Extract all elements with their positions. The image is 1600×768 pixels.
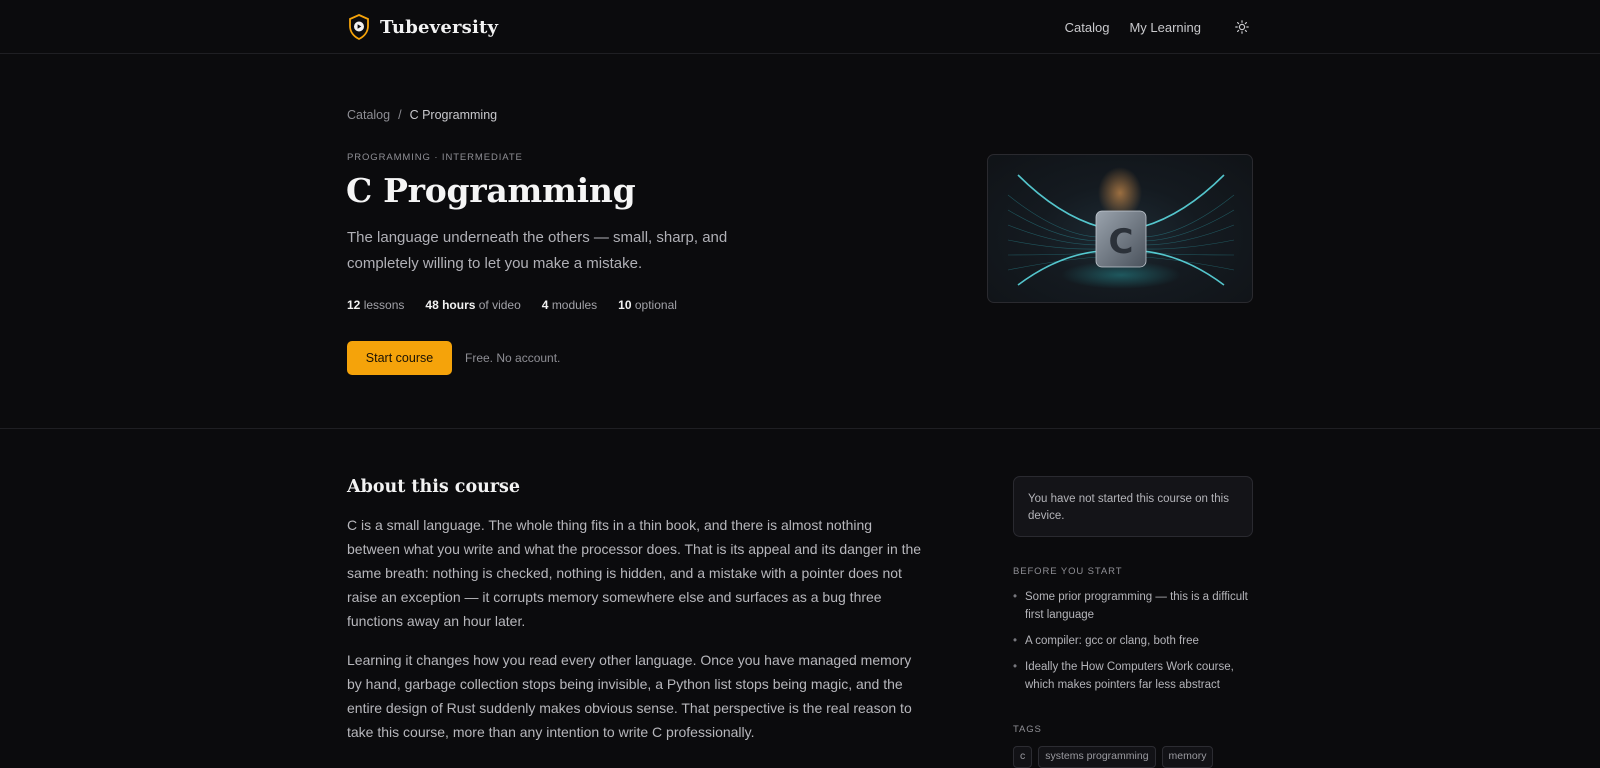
cta-note: Free. No account. — [465, 351, 561, 365]
brand-logo-link[interactable]: Tubeversity — [348, 12, 498, 42]
stat-modules: 4 modules — [541, 298, 598, 312]
breadcrumb-catalog-link[interactable]: Catalog — [347, 108, 390, 122]
tag-c[interactable]: c — [1013, 746, 1033, 768]
breadcrumb-separator: / — [398, 108, 402, 122]
prerequisites-list: • Some prior programming — this is a diff… — [1013, 588, 1253, 702]
shield-play-icon — [348, 14, 370, 40]
top-bar: Tubeversity Catalog My Learning — [0, 0, 1600, 54]
brand-name: Tubeversity — [380, 16, 499, 38]
cover-letter: C — [1109, 222, 1134, 262]
breadcrumb-current: C Programming — [409, 108, 498, 122]
list-item: • Ideally the How Computers Work course, … — [1013, 658, 1253, 694]
bullet: • — [1013, 635, 1018, 647]
course-stats: 12 lessons 48 hours of video 4 modules 1… — [347, 298, 677, 312]
stat-optional: 10 optional — [618, 298, 677, 312]
tag-list: c systems programming memory — [1013, 746, 1214, 768]
breadcrumb: Catalog / C Programming — [347, 108, 497, 122]
list-item: • Some prior programming — this is a diff… — [1013, 588, 1253, 624]
bullet: • — [1013, 661, 1018, 673]
page-title: C Programming — [346, 171, 636, 210]
stat-video-hours: 48 hours of video — [425, 298, 521, 312]
list-item: • A compiler: gcc or clang, both free — [1013, 632, 1253, 650]
start-course-button[interactable]: Start course — [347, 341, 452, 375]
tags-heading: TAGS — [1013, 724, 1042, 735]
nav-my-learning[interactable]: My Learning — [1129, 20, 1201, 35]
progress-status-card: You have not started this course on this… — [1013, 476, 1253, 537]
bullet: • — [1013, 591, 1018, 603]
course-category-level: PROGRAMMING · INTERMEDIATE — [347, 152, 523, 163]
main-nav: Catalog My Learning — [1065, 14, 1253, 40]
tag-systems-programming[interactable]: systems programming — [1038, 746, 1156, 768]
sun-icon — [1235, 20, 1249, 34]
about-heading: About this course — [347, 477, 521, 497]
about-paragraph: Learning it changes how you read every o… — [347, 652, 912, 740]
about-paragraph: C is a small language. The whole thing f… — [347, 517, 922, 629]
prerequisites-heading: BEFORE YOU START — [1013, 566, 1123, 577]
course-cover-image: C — [987, 154, 1253, 303]
course-hero: Catalog / C Programming PROGRAMMING · IN… — [0, 55, 1600, 429]
tag-memory[interactable]: memory — [1161, 746, 1214, 768]
stat-lessons: 12 lessons — [347, 298, 405, 312]
nav-catalog[interactable]: Catalog — [1065, 20, 1110, 35]
course-subtitle: The language underneath the others — sma… — [347, 229, 728, 272]
theme-toggle-button[interactable] — [1231, 16, 1253, 38]
